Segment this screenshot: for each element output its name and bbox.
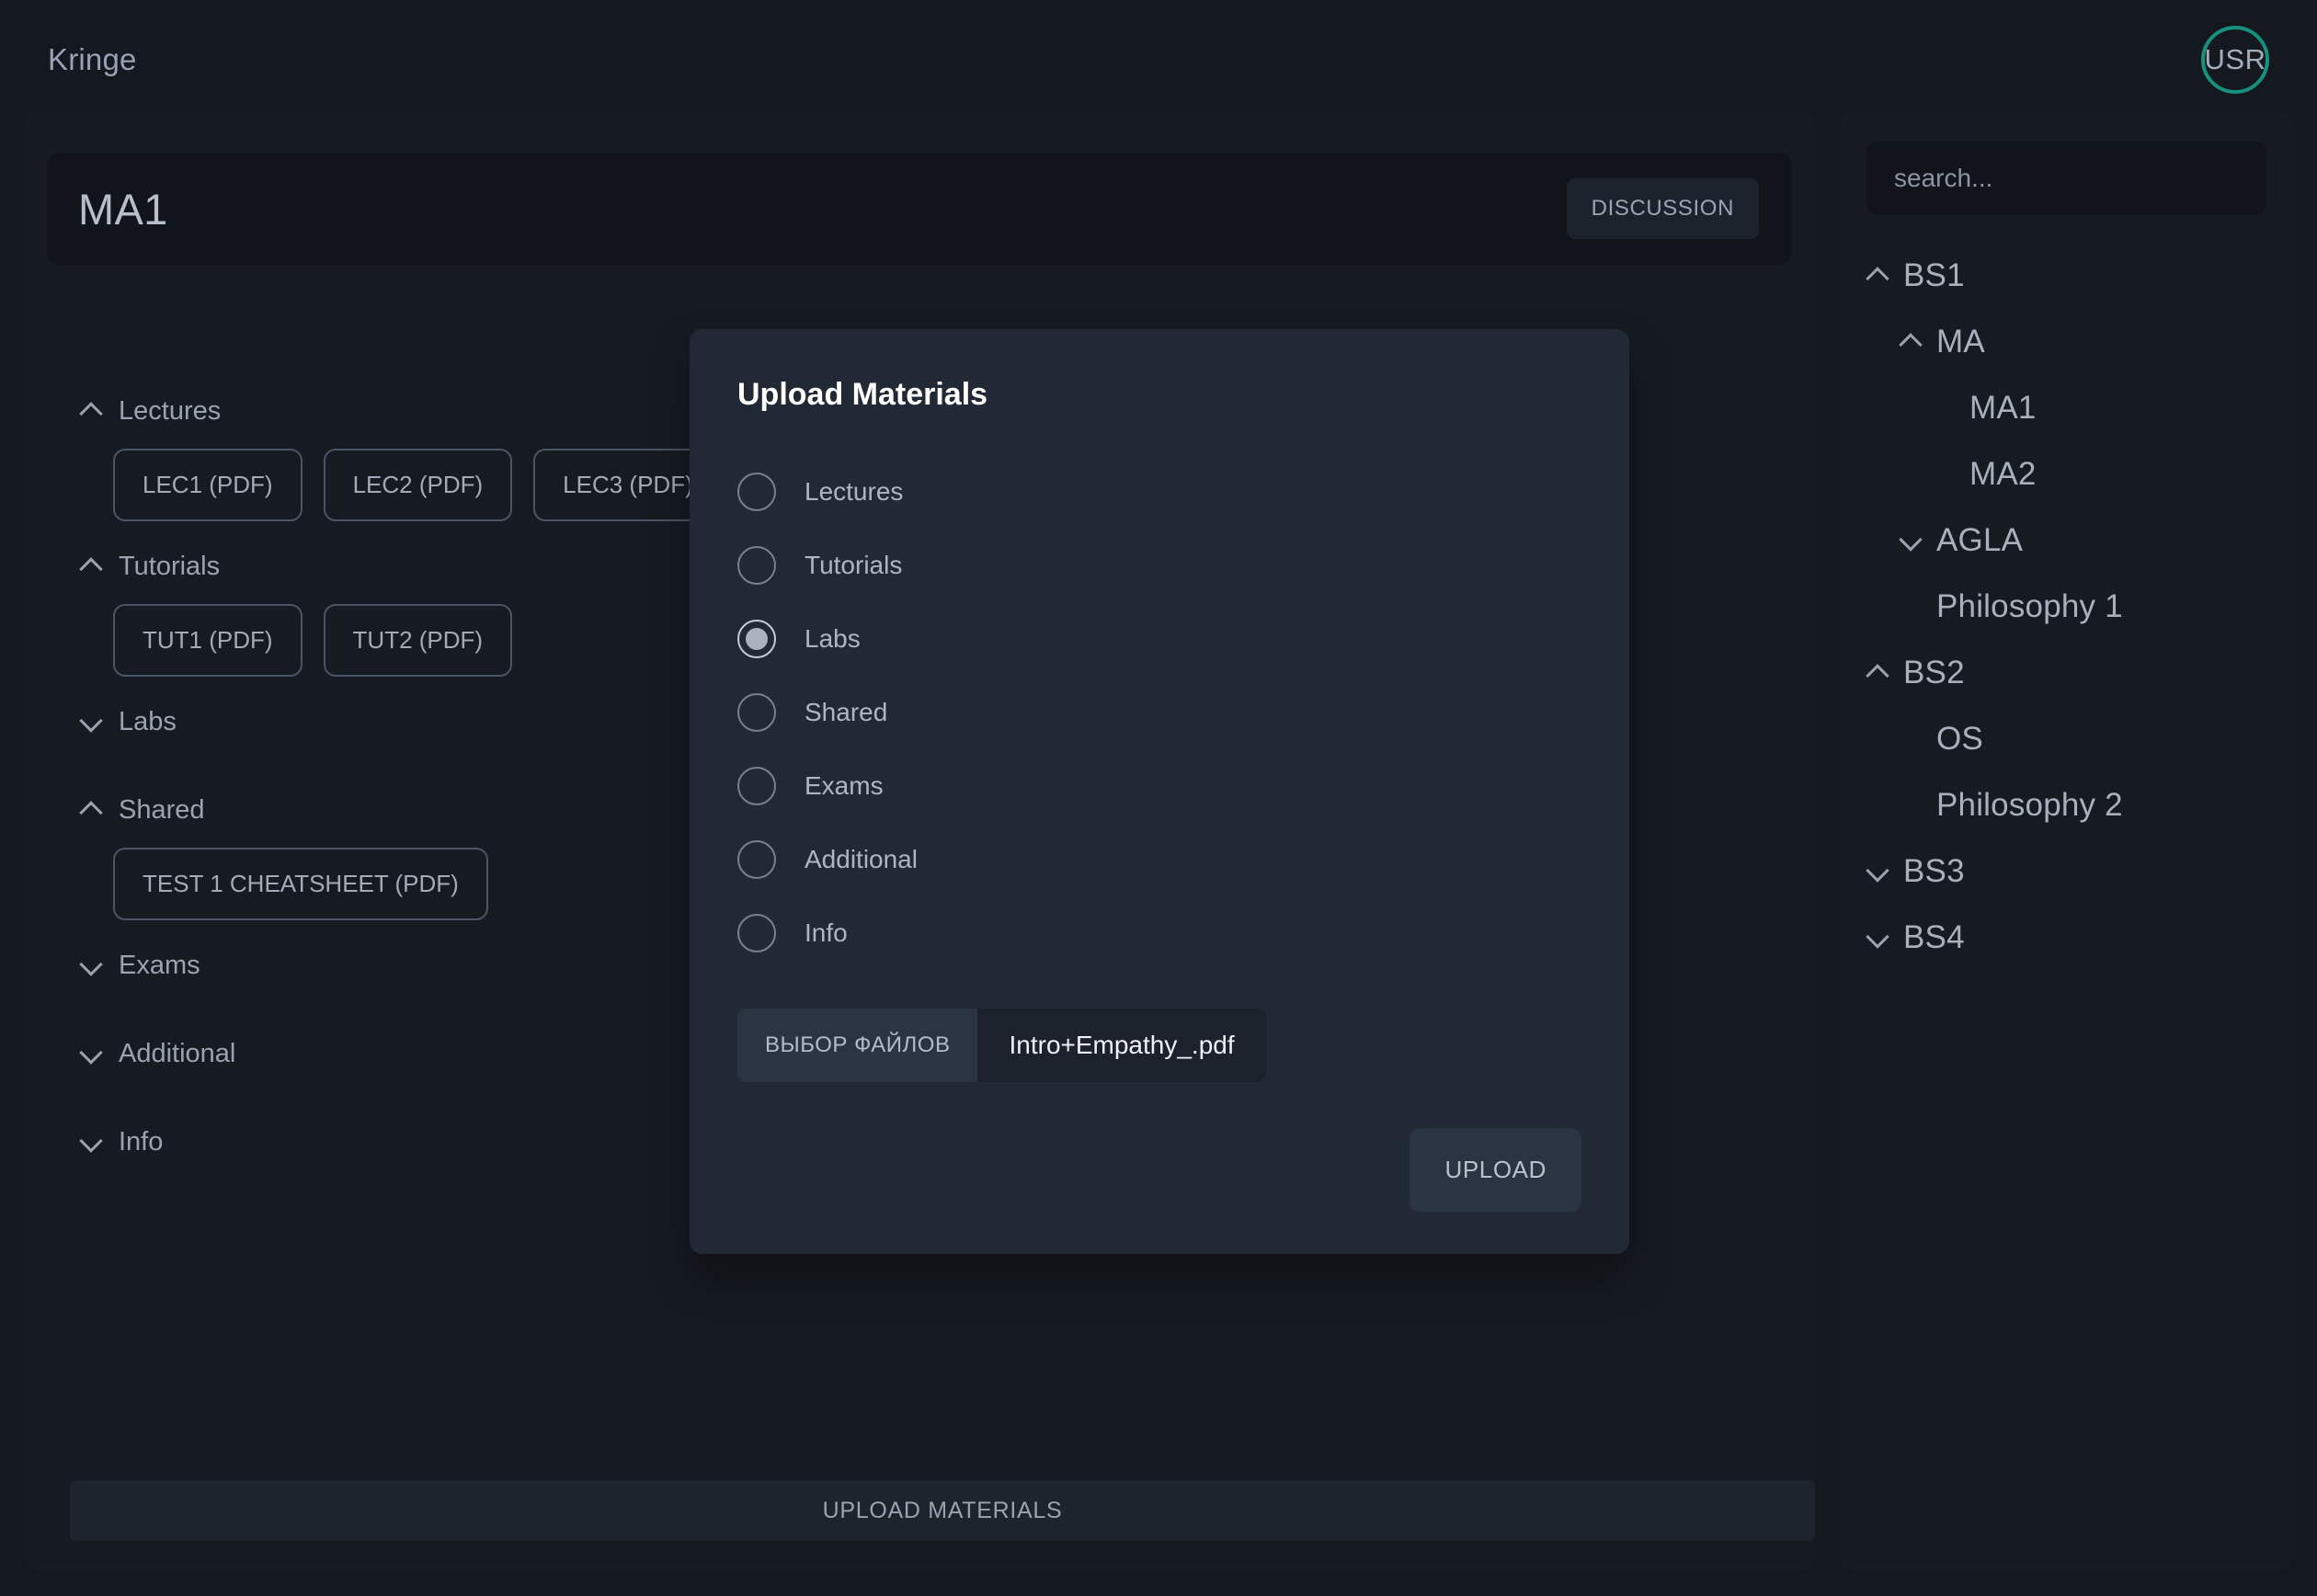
radio-label: Labs xyxy=(805,624,861,653)
radio-label: Lectures xyxy=(805,477,904,506)
file-chip[interactable]: LEC2 (PDF) xyxy=(323,449,513,521)
tree-item-ma1[interactable]: MA1 xyxy=(1866,375,2266,441)
search-input[interactable] xyxy=(1866,142,2266,215)
section-label: Additional xyxy=(119,1038,236,1068)
tree-item-label: OS xyxy=(1936,721,1983,757)
radio-button-icon[interactable] xyxy=(737,693,776,732)
tree-item-label: Philosophy 1 xyxy=(1936,588,2123,624)
choose-files-button[interactable]: ВЫБОР ФАЙЛОВ xyxy=(737,1009,978,1082)
radio-label: Shared xyxy=(805,698,888,726)
upload-materials-bar-button[interactable]: UPLOAD MATERIALS xyxy=(70,1480,1815,1541)
discussion-button[interactable]: DISCUSSION xyxy=(1566,178,1759,239)
selected-file-name: Intro+Empathy_.pdf xyxy=(1009,1031,1235,1059)
app-brand-title: Kringe xyxy=(48,42,137,76)
course-tree: BS1 MA MA1 MA2 AGLA Philosophy 1 BS2 OS Philosop… xyxy=(1866,243,2266,971)
radio-button-icon[interactable] xyxy=(737,914,776,952)
radio-button-icon[interactable] xyxy=(737,620,776,658)
tree-item-label: BS2 xyxy=(1903,655,1965,690)
tree-item-label: BS3 xyxy=(1903,853,1965,889)
file-chip[interactable]: TEST 1 CHEATSHEET (PDF) xyxy=(113,848,488,920)
radio-option-lectures[interactable]: Lectures xyxy=(737,455,1581,529)
chevron-up-icon[interactable] xyxy=(1900,330,1923,354)
radio-button-icon[interactable] xyxy=(737,767,776,805)
top-bar: Kringe USR xyxy=(0,0,2317,120)
app-root: Kringe USR MA1 DISCUSSION Lectures LEC1 (… xyxy=(0,0,2317,1596)
section-label: Shared xyxy=(119,794,205,825)
tree-item-philosophy-1[interactable]: Philosophy 1 xyxy=(1866,574,2266,640)
tree-item-agla[interactable]: AGLA xyxy=(1866,507,2266,574)
upload-button[interactable]: UPLOAD xyxy=(1410,1128,1581,1212)
chevron-up-icon[interactable] xyxy=(1866,661,1890,685)
chevron-down-icon[interactable] xyxy=(1866,926,1890,950)
file-picker[interactable]: ВЫБОР ФАЙЛОВ Intro+Empathy_.pdf xyxy=(737,1009,1266,1082)
file-chip[interactable]: TUT2 (PDF) xyxy=(323,604,513,677)
radio-button-icon[interactable] xyxy=(737,473,776,511)
chevron-down-icon[interactable] xyxy=(80,1130,104,1154)
tree-item-label: MA1 xyxy=(1969,390,2037,426)
tree-item-bs1[interactable]: BS1 xyxy=(1866,243,2266,309)
tree-item-os[interactable]: OS xyxy=(1866,706,2266,772)
dialog-title: Upload Materials xyxy=(737,377,988,412)
chevron-up-icon[interactable] xyxy=(80,399,104,423)
dialog-actions: UPLOAD xyxy=(737,1128,1581,1212)
page-title: MA1 xyxy=(78,184,168,234)
tree-item-label: BS4 xyxy=(1903,919,1965,955)
section-label: Labs xyxy=(119,706,177,736)
radio-option-shared[interactable]: Shared xyxy=(737,676,1581,749)
avatar[interactable]: USR xyxy=(2201,26,2269,94)
file-chip[interactable]: LEC1 (PDF) xyxy=(113,449,302,521)
tree-item-ma2[interactable]: MA2 xyxy=(1866,441,2266,507)
tree-item-label: MA2 xyxy=(1969,456,2037,492)
tree-item-label: MA xyxy=(1936,324,1985,359)
radio-label: Additional xyxy=(805,845,918,873)
chevron-down-icon[interactable] xyxy=(1866,860,1890,884)
file-chip[interactable]: TUT1 (PDF) xyxy=(113,604,302,677)
tree-item-bs3[interactable]: BS3 xyxy=(1866,838,2266,905)
chevron-down-icon[interactable] xyxy=(1900,529,1923,553)
tree-item-label: AGLA xyxy=(1936,522,2024,558)
radio-option-labs[interactable]: Labs xyxy=(737,602,1581,676)
section-label: Exams xyxy=(119,950,200,980)
chevron-down-icon[interactable] xyxy=(80,1042,104,1066)
section-label: Info xyxy=(119,1126,164,1157)
tree-item-bs2[interactable]: BS2 xyxy=(1866,640,2266,706)
course-tree-panel: BS1 MA MA1 MA2 AGLA Philosophy 1 BS2 OS Philosop… xyxy=(1839,110,2294,1572)
radio-button-icon[interactable] xyxy=(737,840,776,879)
chevron-up-icon[interactable] xyxy=(1866,264,1890,288)
radio-option-additional[interactable]: Additional xyxy=(737,823,1581,896)
material-type-radio-group: Lectures Tutorials Labs Shared Exams Addition… xyxy=(737,455,1581,970)
upload-materials-dialog: Upload Materials Lectures Tutorials Labs Sh… xyxy=(690,329,1629,1254)
radio-option-exams[interactable]: Exams xyxy=(737,749,1581,823)
radio-label: Tutorials xyxy=(805,551,903,579)
radio-label: Exams xyxy=(805,771,884,800)
radio-label: Info xyxy=(805,918,848,947)
chevron-up-icon[interactable] xyxy=(80,554,104,578)
tree-item-ma[interactable]: MA xyxy=(1866,309,2266,375)
tree-item-label: Philosophy 2 xyxy=(1936,787,2123,823)
course-header-card: MA1 DISCUSSION xyxy=(47,153,1792,265)
chevron-down-icon[interactable] xyxy=(80,953,104,977)
radio-option-tutorials[interactable]: Tutorials xyxy=(737,529,1581,602)
tree-item-bs4[interactable]: BS4 xyxy=(1866,905,2266,971)
radio-button-icon[interactable] xyxy=(737,546,776,585)
chevron-down-icon[interactable] xyxy=(80,710,104,734)
radio-option-info[interactable]: Info xyxy=(737,896,1581,970)
section-label: Lectures xyxy=(119,395,222,426)
tree-item-philosophy-2[interactable]: Philosophy 2 xyxy=(1866,772,2266,838)
section-label: Tutorials xyxy=(119,551,221,581)
chevron-up-icon[interactable] xyxy=(80,798,104,822)
tree-item-label: BS1 xyxy=(1903,257,1965,293)
